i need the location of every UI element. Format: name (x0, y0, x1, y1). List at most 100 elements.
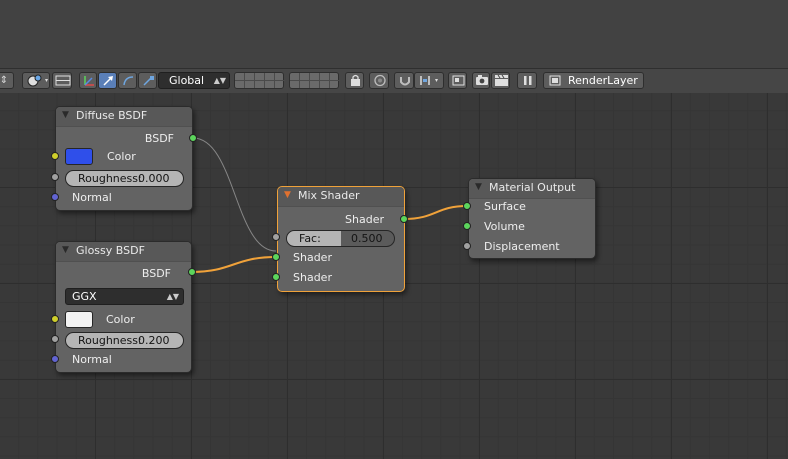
render-layer-button[interactable]: RenderLayer (543, 72, 644, 89)
roughness-input-socket[interactable] (51, 173, 59, 181)
roughness-input-socket[interactable] (51, 335, 59, 343)
node-header[interactable]: ▼ Diffuse BSDF (56, 107, 192, 127)
link-mix-to-output (403, 205, 468, 220)
volume-label: Volume (484, 220, 525, 233)
fac-input-socket[interactable] (272, 233, 280, 241)
shader-input-1-label: Shader (293, 251, 332, 264)
distribution-select[interactable]: GGX ▲▼ (65, 288, 184, 305)
updown-arrows-icon: ▲▼ (166, 292, 179, 301)
node-editor-canvas[interactable]: ▼ Diffuse BSDF BSDF Color Roughness: 0.0… (0, 93, 788, 459)
roughness-label: Roughness: (78, 172, 142, 185)
collapse-triangle-icon[interactable]: ▼ (62, 245, 69, 255)
manipulator-axes-icon (84, 76, 94, 86)
node-editor-header: ⇕ Global ▲▼ RenderLayer (0, 68, 788, 94)
displacement-input-socket[interactable] (463, 242, 471, 250)
lock-layers-button[interactable] (345, 72, 364, 89)
diffuse-bsdf-node[interactable]: ▼ Diffuse BSDF BSDF Color Roughness: 0.0… (55, 106, 193, 211)
normal-input-socket[interactable] (51, 193, 59, 201)
node-header[interactable]: ▼ Material Output (469, 179, 595, 199)
render-layer-icon (549, 75, 561, 86)
scale-arrow-icon (143, 76, 154, 86)
snap-element-icon (420, 76, 438, 85)
camera-icon (476, 75, 488, 85)
pause-icon (524, 76, 532, 85)
proportional-circle-icon (374, 74, 386, 87)
material-output-node[interactable]: ▼ Material Output Surface Volume Displac… (468, 178, 596, 259)
roughness-value: 0.200 (138, 334, 170, 347)
pause-button[interactable] (517, 72, 537, 89)
node-title: Diffuse BSDF (76, 109, 148, 122)
roughness-label: Roughness: (78, 334, 142, 347)
bsdf-output-socket[interactable] (188, 268, 196, 276)
volume-input-socket[interactable] (463, 222, 471, 230)
shading-mode-button[interactable] (22, 72, 50, 89)
fac-label: Fac: (299, 232, 321, 245)
rotate-arc-icon (123, 76, 134, 86)
surface-input-socket[interactable] (463, 202, 471, 210)
updown-arrows-icon: ⇕ (0, 75, 9, 86)
node-header[interactable]: ▼ Glossy BSDF (56, 242, 191, 262)
output-label: BSDF (144, 132, 174, 145)
orientation-select-label: Global (169, 74, 205, 87)
shader-input-2-label: Shader (293, 271, 332, 284)
normal-input-socket[interactable] (51, 355, 59, 363)
normal-label: Normal (72, 191, 112, 204)
shader-input-socket-1[interactable] (272, 253, 280, 261)
render-animation-button[interactable] (491, 72, 510, 89)
scale-manipulator-button[interactable] (138, 72, 157, 89)
color-swatch[interactable] (65, 311, 93, 328)
node-tree-button[interactable] (448, 72, 467, 89)
link-glossy-to-mix (190, 256, 277, 273)
node-title: Mix Shader (298, 189, 360, 202)
magnet-icon (400, 77, 410, 86)
color-input-socket[interactable] (51, 315, 59, 323)
collapse-triangle-icon[interactable]: ▼ (62, 110, 69, 120)
layers-grid-1[interactable] (234, 72, 285, 89)
color-swatch[interactable] (65, 148, 93, 165)
output-label: Shader (345, 213, 384, 226)
translate-manipulator-button[interactable] (98, 72, 117, 89)
spheres-icon (27, 74, 48, 87)
roughness-value: 0.000 (138, 172, 170, 185)
layers-grid-2[interactable] (289, 72, 340, 89)
layers-grid-icon (290, 73, 340, 88)
node-title: Material Output (489, 181, 576, 194)
collapse-triangle-icon[interactable]: ▼ (284, 190, 291, 200)
top-area (0, 0, 788, 68)
normal-label: Normal (72, 353, 112, 366)
link-diffuse-to-mix (192, 137, 277, 252)
displacement-label: Displacement (484, 240, 560, 253)
editor-type-button[interactable]: ⇕ (0, 72, 14, 89)
color-label: Color (106, 313, 135, 326)
surface-label: Surface (484, 200, 526, 213)
roughness-field[interactable]: Roughness: 0.000 (65, 170, 184, 187)
snap-toggle[interactable] (394, 72, 414, 89)
lock-icon (351, 74, 360, 86)
transform-manipulator-toggle[interactable] (79, 72, 97, 89)
fac-slider[interactable]: Fac: 0.500 (286, 230, 395, 247)
translate-arrow-icon (103, 76, 113, 86)
color-label: Color (107, 150, 136, 163)
mix-shader-node[interactable]: ▼ Mix Shader Shader Fac: 0.500 Shader Sh… (277, 186, 405, 292)
node-title: Glossy BSDF (76, 244, 145, 257)
bsdf-output-socket[interactable] (189, 134, 197, 142)
glossy-bsdf-node[interactable]: ▼ Glossy BSDF BSDF GGX ▲▼ Color Roughnes… (55, 241, 192, 373)
snap-element-select[interactable] (414, 72, 444, 89)
collapse-triangle-icon[interactable]: ▼ (475, 182, 482, 192)
proportional-edit-button[interactable] (369, 72, 389, 89)
render-layers-icon (452, 75, 465, 86)
color-input-socket[interactable] (51, 152, 59, 160)
pivot-button[interactable] (52, 72, 72, 89)
linked-arrows-icon (55, 75, 71, 86)
fac-value: 0.500 (351, 232, 383, 245)
updown-arrows-icon: ▲▼ (213, 76, 226, 85)
distribution-value: GGX (72, 290, 97, 303)
node-header[interactable]: ▼ Mix Shader (278, 187, 404, 207)
shader-output-socket[interactable] (400, 215, 408, 223)
roughness-field[interactable]: Roughness: 0.200 (65, 332, 184, 349)
rotate-manipulator-button[interactable] (118, 72, 137, 89)
render-button[interactable] (472, 72, 490, 89)
shader-input-socket-2[interactable] (272, 273, 280, 281)
output-label: BSDF (141, 267, 171, 280)
orientation-select[interactable]: Global ▲▼ (158, 72, 230, 89)
